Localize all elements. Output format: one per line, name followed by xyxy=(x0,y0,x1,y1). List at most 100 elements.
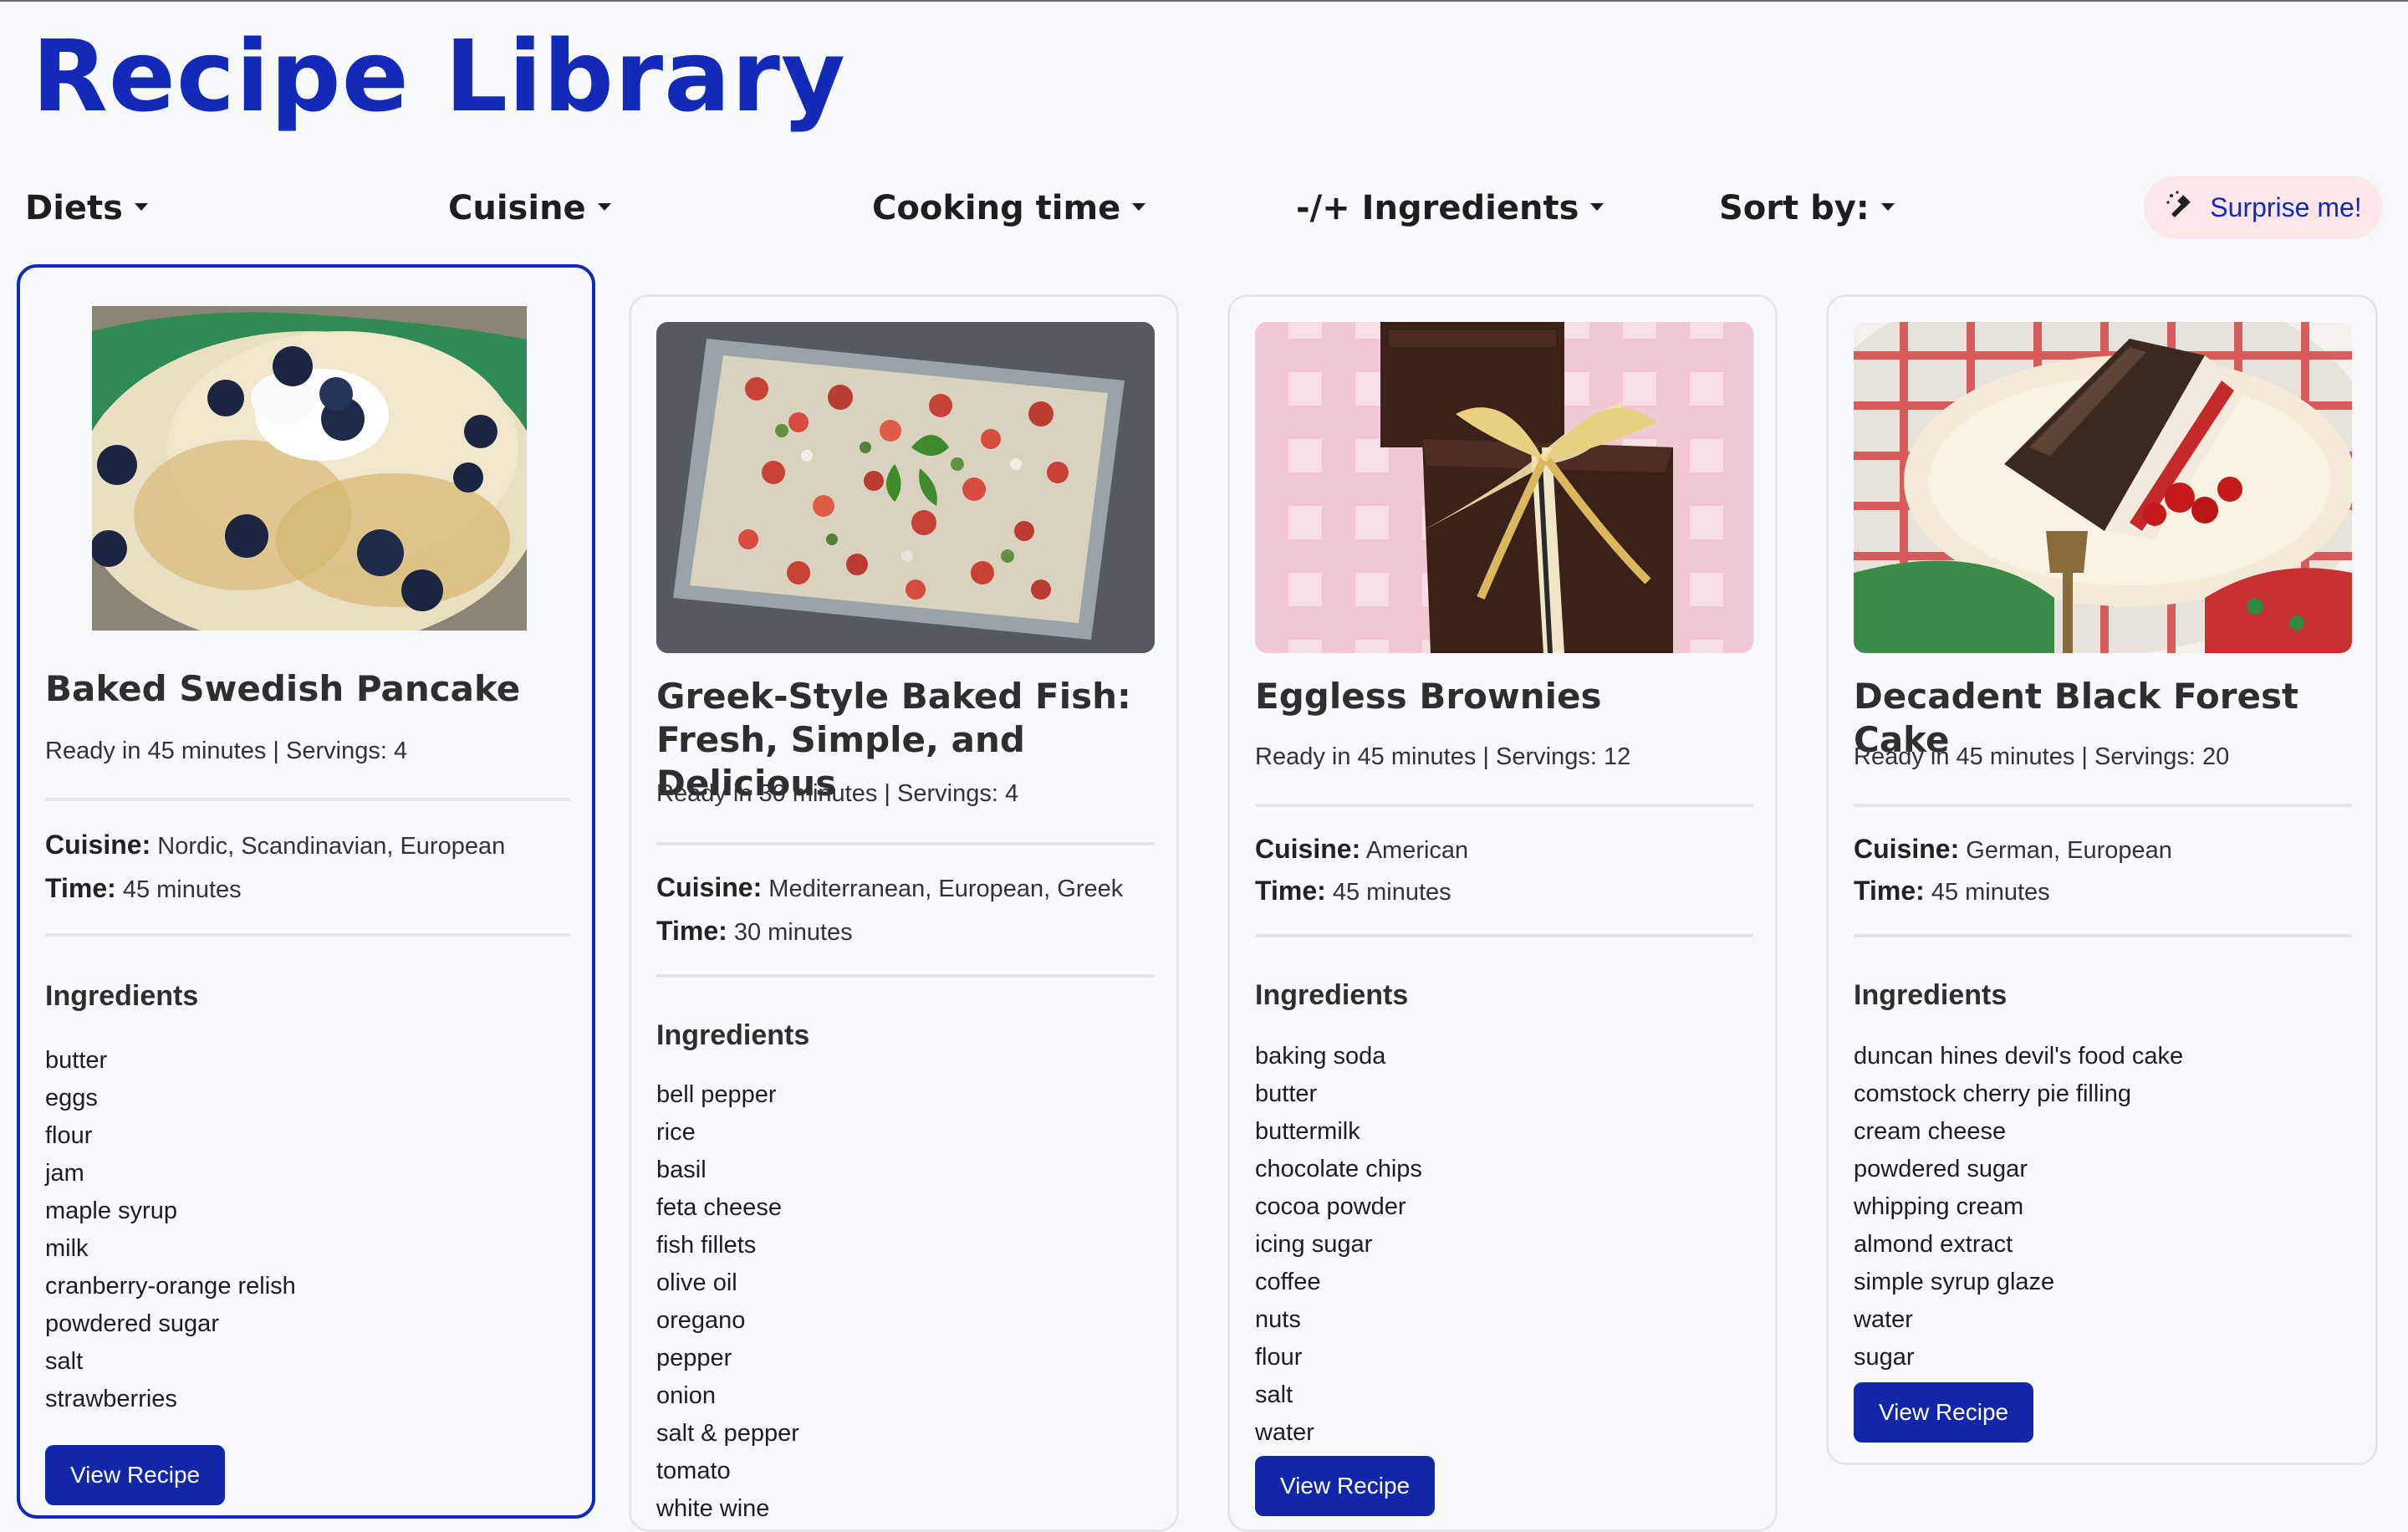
time-label: Time: xyxy=(1255,876,1326,906)
divider xyxy=(1854,934,2352,937)
list-item: powdered sugar xyxy=(1854,1156,2028,1182)
surprise-label: Surprise me! xyxy=(2210,192,2362,222)
cuisine-value: Mediterranean, European, Greek xyxy=(768,876,1124,902)
ingredients-list: bell pepper rice basil feta cheese fish … xyxy=(656,1076,799,1528)
list-item: cocoa powder xyxy=(1255,1193,1406,1220)
list-item: cream cheese xyxy=(1854,1118,2007,1145)
magic-hat-icon xyxy=(2165,189,2195,227)
view-recipe-button[interactable]: View Recipe xyxy=(1854,1382,2034,1443)
surprise-me-button[interactable]: Surprise me! xyxy=(2144,176,2383,239)
chevron-down-icon xyxy=(134,202,148,211)
list-item: coffee xyxy=(1255,1269,1321,1295)
list-item: flour xyxy=(1255,1344,1303,1371)
list-item: almond extract xyxy=(1854,1231,2013,1258)
time-row: Time: 30 minutes xyxy=(656,916,853,947)
ingredients-label: -/+ Ingredients xyxy=(1296,189,1579,227)
list-item: simple syrup glaze xyxy=(1854,1269,2055,1295)
recipe-title: Baked Swedish Pancake xyxy=(45,668,521,709)
divider xyxy=(1255,804,1753,807)
list-item: whipping cream xyxy=(1854,1193,2024,1220)
list-item: water xyxy=(1255,1419,1314,1446)
view-recipe-button[interactable]: View Recipe xyxy=(1255,1456,1436,1516)
list-item: salt xyxy=(1255,1381,1293,1408)
recipe-card[interactable]: Greek-Style Baked Fish: Fresh, Simple, a… xyxy=(629,294,1179,1532)
ingredients-title: Ingredients xyxy=(1854,979,2008,1011)
list-item: feta cheese xyxy=(656,1194,782,1221)
list-item: fish fillets xyxy=(656,1232,757,1259)
list-item: bell pepper xyxy=(656,1081,777,1108)
ingredients-title: Ingredients xyxy=(656,1019,810,1051)
time-row: Time: 45 minutes xyxy=(1854,876,2050,906)
divider xyxy=(1255,934,1753,937)
recipe-card[interactable]: Baked Swedish Pancake Ready in 45 minute… xyxy=(17,264,595,1519)
cuisine-row: Cuisine: German, European xyxy=(1854,834,2172,865)
time-label: Time: xyxy=(45,873,116,903)
list-item: duncan hines devil's food cake xyxy=(1854,1043,2184,1070)
chevron-down-icon xyxy=(597,202,611,211)
list-item: water xyxy=(1854,1306,1913,1333)
sort-dropdown[interactable]: Sort by: xyxy=(1719,189,1895,227)
list-item: jam xyxy=(45,1160,84,1187)
recipe-image[interactable] xyxy=(1854,322,2352,653)
divider xyxy=(45,933,570,937)
sort-label: Sort by: xyxy=(1719,189,1870,227)
cuisine-dropdown[interactable]: Cuisine xyxy=(448,189,611,227)
recipe-meta: Ready in 45 minutes | Servings: 20 xyxy=(1854,743,2230,770)
cuisine-value: American xyxy=(1365,837,1469,864)
list-item: flour xyxy=(45,1122,93,1149)
list-item: buttermilk xyxy=(1255,1118,1360,1145)
list-item: butter xyxy=(1255,1080,1318,1107)
divider xyxy=(656,974,1155,978)
list-item: salt xyxy=(45,1348,84,1375)
page-title: Recipe Library xyxy=(32,18,846,134)
divider xyxy=(656,842,1155,845)
list-item: salt & pepper xyxy=(656,1420,799,1447)
ingredients-list: baking soda butter buttermilk chocolate … xyxy=(1255,1038,1422,1452)
diets-dropdown[interactable]: Diets xyxy=(25,189,148,227)
ingredients-list: butter eggs flour jam maple syrup milk c… xyxy=(45,1042,296,1418)
cuisine-label: Cuisine: xyxy=(45,830,151,860)
list-item: sugar xyxy=(1854,1344,1915,1371)
cuisine-row: Cuisine: Nordic, Scandinavian, European xyxy=(45,830,505,860)
recipe-meta: Ready in 45 minutes | Servings: 4 xyxy=(45,738,408,764)
recipe-image[interactable] xyxy=(656,322,1155,653)
list-item: baking soda xyxy=(1255,1043,1386,1070)
list-item: white wine xyxy=(656,1495,770,1522)
recipe-title: Eggless Brownies xyxy=(1255,676,1602,717)
list-item: olive oil xyxy=(656,1269,737,1296)
time-value: 45 minutes xyxy=(1931,879,2050,906)
cuisine-row: Cuisine: American xyxy=(1255,834,1468,865)
cuisine-label: Cuisine: xyxy=(1854,834,1960,864)
time-label: Time: xyxy=(1854,876,1925,906)
list-item: tomato xyxy=(656,1458,731,1484)
cuisine-row: Cuisine: Mediterranean, European, Greek xyxy=(656,872,1123,903)
diets-label: Diets xyxy=(25,189,123,227)
time-row: Time: 45 minutes xyxy=(45,873,242,904)
recipe-image[interactable] xyxy=(1255,322,1753,653)
list-item: oregano xyxy=(656,1307,746,1334)
cuisine-label: Cuisine: xyxy=(656,872,763,902)
list-item: milk xyxy=(45,1235,89,1262)
list-item: pepper xyxy=(656,1345,732,1371)
list-item: eggs xyxy=(45,1085,98,1111)
list-item: chocolate chips xyxy=(1255,1156,1422,1182)
cuisine-label: Cuisine xyxy=(448,189,586,227)
cooking-time-dropdown[interactable]: Cooking time xyxy=(872,189,1146,227)
time-value: 30 minutes xyxy=(733,919,853,946)
recipe-card[interactable]: Decadent Black Forest Cake Ready in 45 m… xyxy=(1826,294,2378,1465)
cuisine-label: Cuisine: xyxy=(1255,834,1361,864)
recipe-card[interactable]: Eggless Brownies Ready in 45 minutes | S… xyxy=(1227,294,1778,1532)
view-recipe-button[interactable]: View Recipe xyxy=(45,1445,226,1505)
ingredients-list: duncan hines devil's food cake comstock … xyxy=(1854,1038,2183,1376)
list-item: comstock cherry pie filling xyxy=(1854,1080,2131,1107)
list-item: maple syrup xyxy=(45,1198,177,1224)
list-item: rice xyxy=(656,1119,696,1146)
recipe-image[interactable] xyxy=(92,306,527,631)
list-item: cranberry-orange relish xyxy=(45,1273,296,1300)
list-item: strawberries xyxy=(45,1386,177,1412)
divider xyxy=(45,798,570,801)
ingredients-dropdown[interactable]: -/+ Ingredients xyxy=(1296,189,1604,227)
list-item: icing sugar xyxy=(1255,1231,1373,1258)
time-label: Time: xyxy=(656,916,727,946)
list-item: nuts xyxy=(1255,1306,1301,1333)
